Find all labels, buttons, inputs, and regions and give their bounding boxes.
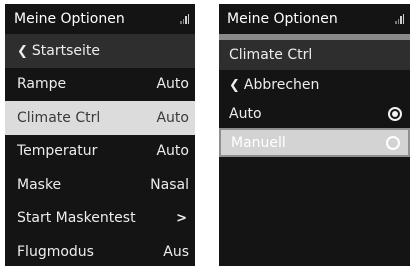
screen-title: Meine Optionen: [227, 11, 338, 27]
menu-item-temperatur[interactable]: Temperatur Auto: [5, 135, 195, 169]
option-label: Manuell: [231, 134, 286, 151]
option-auto[interactable]: Auto: [219, 99, 410, 128]
chevron-right-icon: >: [176, 210, 187, 226]
menu-item-label: Climate Ctrl: [17, 109, 101, 126]
menu-item-label: Flugmodus: [17, 243, 94, 260]
signal-strength-icon: [395, 14, 404, 24]
title-bar: Meine Optionen: [219, 4, 410, 34]
climate-ctrl-screen: Meine Optionen Climate Ctrl ❮ Abbrechen A…: [219, 4, 410, 266]
main-options-screen: Meine Optionen ❮ Startseite Rampe Auto Cl…: [5, 4, 195, 266]
option-label: Auto: [229, 105, 262, 122]
radio-checked-icon[interactable]: [388, 106, 402, 121]
signal-strength-icon: [180, 14, 189, 24]
menu-item-value: Auto: [156, 76, 189, 93]
menu-item-label: Maske: [17, 176, 62, 193]
radio-unchecked-icon[interactable]: [386, 135, 400, 150]
section-header-label: Climate Ctrl: [229, 47, 313, 63]
menu-item-value: Nasal: [150, 176, 189, 193]
back-to-home-button[interactable]: ❮ Startseite: [5, 34, 195, 68]
menu-item-value: Auto: [156, 143, 189, 160]
cancel-label: Abbrechen: [243, 76, 320, 93]
menu-item-flugmodus[interactable]: Flugmodus Aus: [5, 235, 195, 266]
menu-item-rampe[interactable]: Rampe Auto: [5, 68, 195, 102]
menu-item-label: Start Maskentest: [17, 210, 136, 227]
menu-item-value: Auto: [156, 109, 189, 126]
menu-item-climate-ctrl[interactable]: Climate Ctrl Auto: [5, 101, 195, 135]
chevron-left-icon: ❮: [17, 43, 28, 59]
section-header: Climate Ctrl: [219, 40, 410, 70]
menu-item-maske[interactable]: Maske Nasal: [5, 168, 195, 202]
menu-item-value: Aus: [163, 243, 189, 260]
cancel-button[interactable]: ❮ Abbrechen: [219, 70, 410, 99]
menu-item-label: Rampe: [17, 76, 67, 93]
menu-item-label: Temperatur: [17, 143, 98, 160]
menu-item-start-maskentest[interactable]: Start Maskentest >: [5, 202, 195, 236]
title-bar: Meine Optionen: [5, 4, 195, 34]
chevron-left-icon: ❮: [229, 77, 240, 93]
option-manuell[interactable]: Manuell: [219, 128, 410, 157]
screen-title: Meine Optionen: [14, 11, 125, 27]
back-label: Startseite: [31, 42, 101, 59]
